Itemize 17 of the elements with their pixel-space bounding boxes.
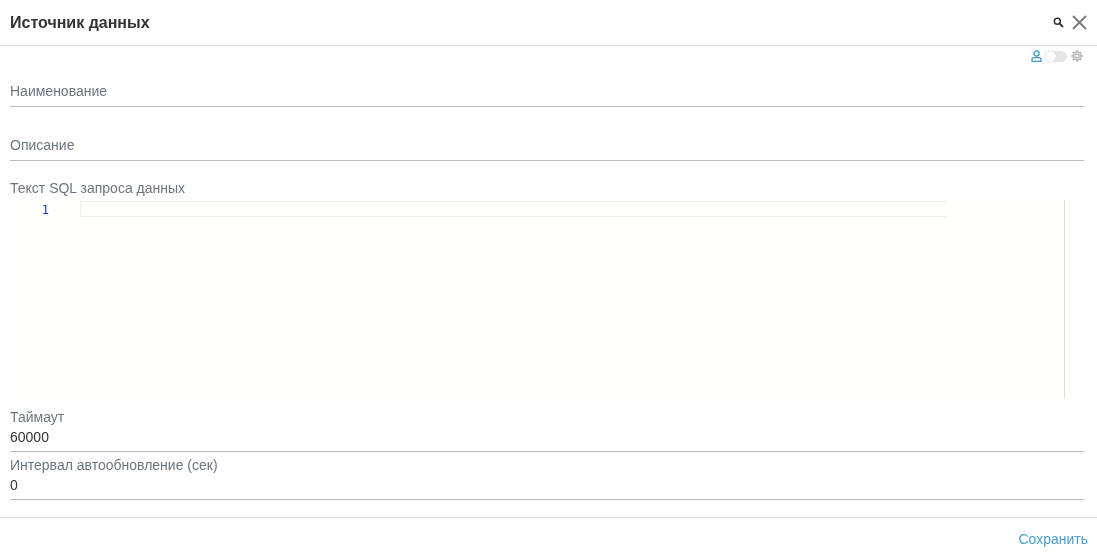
text-field[interactable]: 60000 <box>10 425 1084 451</box>
dialog-title: Источник данных <box>10 13 151 32</box>
search-button[interactable] <box>1053 17 1064 28</box>
scrollbar[interactable] <box>1064 200 1065 398</box>
toggle-switch[interactable] <box>1045 50 1067 62</box>
text-field[interactable]: 0 <box>10 473 1084 499</box>
text-field[interactable]: Описание <box>10 120 1084 161</box>
close-button[interactable] <box>1072 15 1087 30</box>
field-label: Интервал автообновление (сек) <box>10 457 219 473</box>
gear-icon[interactable] <box>1070 49 1084 63</box>
line-number: 1 <box>40 202 49 217</box>
close-icon <box>1072 15 1087 30</box>
field-label: Текст SQL запроса данных <box>10 180 187 196</box>
search-icon <box>1053 17 1064 28</box>
text-field[interactable]: Наименование <box>10 66 1084 107</box>
user-icon[interactable] <box>1031 50 1042 62</box>
field-label: Таймаут <box>10 409 66 425</box>
